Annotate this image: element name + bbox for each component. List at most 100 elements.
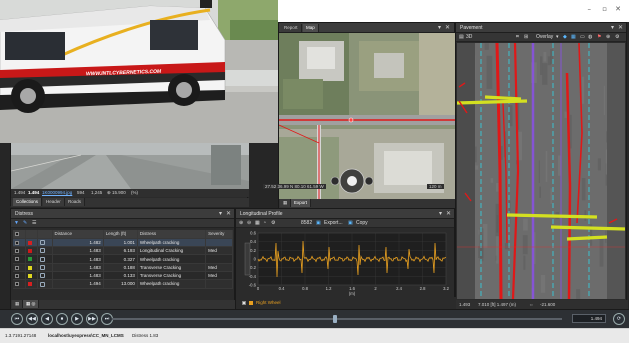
layers-icon[interactable]: ▤ <box>459 34 464 41</box>
timeline-track[interactable] <box>112 318 562 320</box>
grid-icon[interactable]: ▦ <box>12 300 24 308</box>
timeline-thumb[interactable] <box>333 315 337 323</box>
view-3d-button[interactable]: 3D <box>466 34 472 41</box>
x-axis-unit: (m) <box>349 291 356 296</box>
close-icon[interactable]: ✕ <box>445 24 450 31</box>
close-icon[interactable]: ✕ <box>446 210 451 217</box>
export-icon[interactable]: ▣ <box>316 220 321 227</box>
tab-header[interactable]: Header <box>43 198 65 206</box>
close-icon[interactable]: ✕ <box>618 24 623 31</box>
edit-icon[interactable]: ✎ <box>23 220 27 227</box>
filter-icon[interactable]: ▼ <box>14 220 19 227</box>
pin-icon[interactable]: ▾ <box>439 210 442 217</box>
col-distance[interactable]: Distance <box>52 230 104 239</box>
overlay-icon[interactable]: ◆ <box>563 34 567 41</box>
zoom-icon[interactable]: ⊕ <box>606 34 610 41</box>
pavement-shoulder <box>607 43 625 299</box>
table-row[interactable]: 1.483 0.327 Wheelpath cracking <box>13 254 233 264</box>
grid-icon[interactable]: ▦ <box>571 34 576 41</box>
row-distance: 1.483 <box>52 271 104 281</box>
vertical-scrollbar[interactable] <box>244 242 251 276</box>
list-icon[interactable]: ☰ <box>32 220 36 227</box>
maximize-icon[interactable]: ▫ <box>602 5 607 13</box>
image-file-link[interactable]: 1K0000994.jpg <box>42 190 72 195</box>
row-edit-icon[interactable] <box>37 238 53 248</box>
pin-icon[interactable]: ▾ <box>611 24 614 31</box>
flag-icon[interactable]: ⚑ <box>597 34 601 41</box>
distress-toolbar: ▼ ✎ ☰ <box>11 219 234 228</box>
row-severity <box>205 279 233 289</box>
row-edit-icon[interactable] <box>37 279 53 289</box>
overlay-select[interactable]: Overlay <box>536 34 553 41</box>
tab-roads[interactable]: Roads <box>65 198 86 206</box>
row-edit-icon[interactable] <box>37 254 53 264</box>
table-row[interactable]: 1.483 6.193 Longitudinal Cracking Med <box>13 246 233 256</box>
pin-icon[interactable]: ▾ <box>438 24 441 31</box>
step-back-icon[interactable]: ◀ <box>41 313 53 325</box>
col-check[interactable] <box>13 230 26 239</box>
row-edit-icon[interactable] <box>37 271 53 281</box>
close-icon[interactable]: ✕ <box>615 5 621 13</box>
row-checkbox[interactable] <box>13 263 26 273</box>
col-distress[interactable]: Distress <box>137 230 207 239</box>
first-icon[interactable]: ⏮ <box>11 313 23 325</box>
row-checkbox[interactable] <box>13 271 26 281</box>
col-length[interactable]: Length (ft) <box>103 230 138 239</box>
tab-edit[interactable]: ▦ ◎ <box>23 300 40 308</box>
row-edit-icon[interactable] <box>37 246 53 256</box>
table-row[interactable]: 1.494 13.000 Wheelpath cracking <box>13 279 233 289</box>
table-row[interactable]: 1.483 0.133 Transverse Cracking Med <box>13 271 233 281</box>
x-tick-label: 1.2 <box>326 286 332 291</box>
pavement-image[interactable] <box>457 43 625 299</box>
copy-button[interactable]: Copy <box>356 220 368 227</box>
profile-selector[interactable]: 8582 <box>301 220 312 227</box>
marker-icon[interactable]: ◍ <box>588 34 592 41</box>
rect-icon[interactable]: ▭ <box>580 34 585 41</box>
play-icon[interactable]: ▶ <box>71 313 83 325</box>
row-checkbox[interactable] <box>13 254 26 264</box>
grid-icon[interactable]: ▦ <box>255 220 260 227</box>
settings-icon[interactable]: ⚙ <box>615 34 619 41</box>
row-edit-icon[interactable] <box>37 263 53 273</box>
profile-panel-header: Longitudinal Profile ▾ ✕ <box>236 209 454 219</box>
tab-export[interactable]: Export <box>291 199 312 207</box>
position-field[interactable]: 1.494 <box>572 314 606 323</box>
settings-icon[interactable]: ⚙ <box>271 220 275 227</box>
stop-icon[interactable]: ⏹ <box>56 313 68 325</box>
tab-report[interactable]: Report <box>281 24 302 32</box>
row-color-swatch <box>25 246 38 256</box>
pin-icon[interactable]: ▾ <box>219 210 222 217</box>
map-grid-icon[interactable]: ▦ <box>280 199 292 207</box>
chart-icon[interactable]: ◔ <box>263 220 266 227</box>
pavement-texture <box>581 76 585 104</box>
satellite-map[interactable] <box>279 33 456 199</box>
zoom-in-icon[interactable]: ⊕ <box>239 220 243 227</box>
row-checkbox[interactable] <box>13 279 26 289</box>
minimize-icon[interactable]: – <box>588 5 592 13</box>
pavement-toolbar: ▤ 3D ⌗ ⊞ Overlay ▾ ◆ ▦ ▭ ◍ ⚑ ⊕ ⚙ <box>456 33 626 42</box>
col-severity[interactable]: Severity <box>205 230 233 239</box>
tool-icon[interactable]: ⌗ <box>516 34 519 41</box>
pavement-panel-header: Pavement ▾ ✕ <box>456 23 626 33</box>
row-checkbox[interactable] <box>13 246 26 256</box>
copy-icon[interactable]: ▣ <box>348 220 353 227</box>
close-icon[interactable]: ✕ <box>226 210 231 217</box>
pavement-texture <box>581 177 586 201</box>
table-row[interactable]: 1.482 1.001 Wheelpath cracking <box>13 238 233 248</box>
tab-collections[interactable]: Collections <box>13 198 43 206</box>
table-row[interactable]: 1.483 0.188 Transverse Cracking Med <box>13 263 233 273</box>
row-length: 13.000 <box>103 279 138 289</box>
y-tick-label: 0 <box>254 257 257 262</box>
chevron-down-icon[interactable]: ▾ <box>556 34 559 41</box>
legend-checkbox[interactable] <box>242 301 246 305</box>
export-button[interactable]: Export... <box>324 220 343 227</box>
row-checkbox[interactable] <box>13 238 26 248</box>
pavement-texture <box>545 150 548 182</box>
zoom-out-icon[interactable]: ⊖ <box>247 220 251 227</box>
tab-map[interactable]: Map <box>303 24 319 32</box>
tool-icon-2[interactable]: ⊞ <box>524 34 528 41</box>
rewind-icon[interactable]: ◀◀ <box>26 313 38 325</box>
refresh-icon[interactable]: ⟳ <box>613 313 625 325</box>
fast-forward-icon[interactable]: ▶▶ <box>86 313 98 325</box>
row-length: 0.327 <box>103 254 138 264</box>
